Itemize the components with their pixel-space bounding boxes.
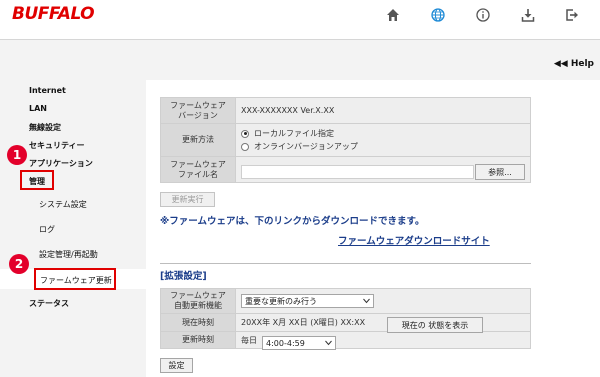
download-note: ※ファームウェアは、下のリンクからダウンロードできます。 (160, 216, 425, 227)
help-link[interactable]: ◀◀ Help (554, 59, 594, 69)
method-options: ローカルファイル指定 オンラインバージョンアップ (235, 123, 531, 157)
sidebar-item-status[interactable]: ステータス (29, 298, 69, 309)
method-label: 更新方法 (160, 123, 236, 157)
logout-icon[interactable] (562, 6, 582, 24)
sidebar-item-internet[interactable]: Internet (29, 86, 66, 95)
current-time-label: 現在時刻 (160, 313, 236, 332)
firmware-download-link[interactable]: ファームウェアダウンロードサイト (338, 233, 490, 247)
highlight-box-management (20, 170, 54, 190)
radio-online-update[interactable]: オンラインバージョンアップ (241, 140, 530, 153)
auto-update-selected: 重要な更新のみ行う (245, 296, 317, 306)
double-left-arrow-icon: ◀◀ (553, 59, 568, 69)
browse-button[interactable]: 参照... (475, 164, 525, 180)
info-icon[interactable] (473, 6, 493, 24)
radio-local-file[interactable]: ローカルファイル指定 (241, 127, 530, 140)
step-badge-2: 2 (9, 254, 29, 274)
download-icon[interactable] (518, 6, 538, 24)
file-label: ファームウェア ファイル名 (160, 156, 236, 183)
schedule-day-label: 毎日 (241, 335, 257, 345)
schedule-selected: 4:00-4:59 (266, 338, 305, 348)
buffalo-logo: BUFFALO (12, 4, 95, 24)
file-name-input[interactable] (241, 165, 474, 179)
radio-label-local: ローカルファイル指定 (254, 129, 334, 138)
auto-update-label: ファームウェア 自動更新機能 (160, 288, 236, 314)
radio-unselected-icon (241, 142, 249, 151)
sidebar-item-log[interactable]: ログ (39, 224, 55, 235)
show-current-status-button[interactable]: 現在の 状態を表示 (387, 317, 483, 333)
highlight-box-firmware-update (34, 268, 116, 290)
home-icon[interactable] (383, 6, 403, 24)
sidebar-item-config-restart[interactable]: 設定管理/再起動 (39, 249, 98, 260)
current-time-value: 20XX年 X月 XX日 (X曜日) XX:XX (235, 313, 531, 332)
sidebar-item-lan[interactable]: LAN (29, 104, 47, 113)
current-time-text: 20XX年 X月 XX日 (X曜日) XX:XX (241, 318, 366, 327)
chevron-down-icon (363, 298, 370, 304)
table-row: 更新方法 ローカルファイル指定 オンラインバージョンアップ (160, 123, 531, 157)
save-settings-button[interactable]: 設定 (160, 358, 193, 373)
sidebar-item-security[interactable]: セキュリティー (29, 140, 85, 151)
step-badge-1: 1 (7, 145, 27, 165)
auto-update-select[interactable]: 重要な更新のみ行う (241, 294, 374, 308)
table-row: ファームウェア バージョン XXX-XXXXXXX Ver.X.XX (160, 97, 531, 124)
sidebar-item-system-settings[interactable]: システム設定 (39, 199, 87, 210)
sidebar-item-application[interactable]: アプリケーション (29, 158, 93, 169)
execute-update-button[interactable]: 更新実行 (160, 192, 215, 207)
version-value: XXX-XXXXXXX Ver.X.XX (235, 97, 531, 124)
version-label: ファームウェア バージョン (160, 97, 236, 124)
radio-selected-icon (241, 129, 249, 138)
schedule-label: 更新時刻 (160, 331, 236, 349)
sidebar-item-wireless[interactable]: 無線設定 (29, 122, 61, 133)
help-label: Help (570, 59, 594, 69)
schedule-select[interactable]: 4:00-4:59 (262, 336, 336, 350)
top-bar: BUFFALO (0, 0, 600, 40)
chevron-down-icon (325, 340, 332, 346)
extended-settings-title: [拡張設定] (160, 271, 207, 282)
section-divider (160, 263, 531, 264)
radio-label-online: オンラインバージョンアップ (254, 142, 358, 151)
globe-icon[interactable] (428, 6, 448, 24)
table-row: 更新時刻 毎日 (160, 331, 531, 349)
